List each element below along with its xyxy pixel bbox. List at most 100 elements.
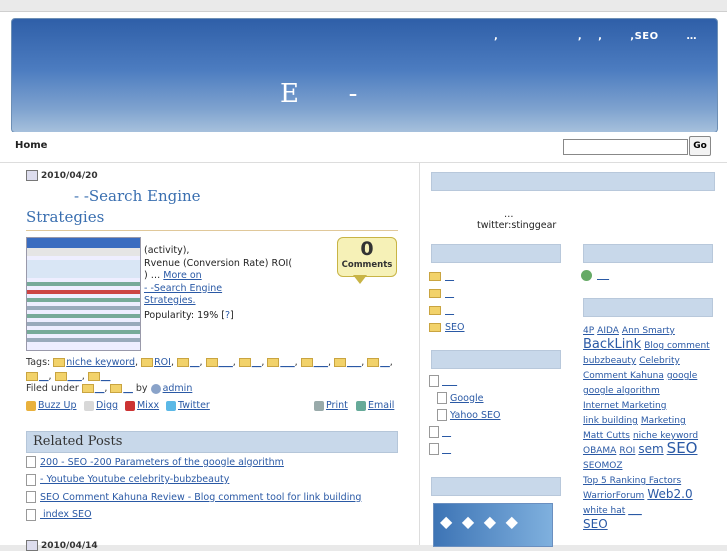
column-divider (419, 163, 420, 545)
blogroll-link[interactable] (442, 376, 457, 387)
tag-cloud-link[interactable]: ROI (619, 446, 635, 456)
category-link[interactable]: __ (95, 383, 105, 394)
recent-link[interactable] (597, 270, 609, 281)
tag-link[interactable]: __ (252, 357, 262, 368)
related-post-link[interactable]: index SEO (40, 509, 92, 520)
blogroll-link[interactable] (442, 427, 451, 438)
tag-cloud-link[interactable]: Top 5 Ranking Factors (583, 476, 681, 486)
tag-cloud-link[interactable]: google (667, 371, 697, 381)
tag-cloud-link[interactable]: BackLink (583, 337, 641, 352)
blogroll-link[interactable]: Google (450, 393, 484, 404)
list-item: Yahoo SEO (429, 409, 501, 426)
folder-icon (300, 358, 313, 367)
tag-link[interactable]: __ (101, 371, 111, 382)
related-post-link[interactable]: - Youtube Youtube celebrity-bubzbeauty (40, 474, 229, 485)
folder-icon (429, 323, 441, 332)
tag-cloud-link[interactable]: white hat (583, 506, 625, 516)
tag-cloud-link[interactable]: AIDA (597, 326, 619, 336)
tag-cloud: 4P AIDA Ann Smarty BackLink Blog comment bu… (583, 322, 713, 530)
tag-cloud-link[interactable]: Comment Kahuna (583, 371, 664, 381)
folder-icon (267, 358, 280, 367)
tag-link[interactable]: __ (190, 357, 200, 368)
tag-cloud-link[interactable]: Ann Smarty (622, 326, 675, 336)
blogroll-link[interactable]: Yahoo SEO (450, 410, 501, 421)
comments-bubble[interactable]: 0 Comments (337, 237, 397, 277)
tag-link[interactable]: __ (39, 371, 49, 382)
post-title-line1[interactable]: - -Search Engine (26, 186, 398, 207)
related-post-link[interactable]: 200 - SEO -200 Parameters of the google … (40, 457, 284, 468)
comments-count[interactable]: 0 (338, 238, 396, 260)
search-go-button[interactable]: Go (689, 136, 711, 156)
tag-cloud-link[interactable]: Internet Marketing (583, 401, 666, 411)
post-title[interactable]: - -Search Engine Strategies (26, 186, 398, 231)
list-item (429, 305, 465, 322)
tag-link[interactable]: ___ (68, 371, 82, 382)
tag-cloud-link[interactable]: SEOMOZ (583, 461, 623, 471)
document-icon (26, 491, 36, 503)
tag-link[interactable]: __ (380, 357, 390, 368)
tag-cloud-link[interactable]: Marketing (641, 416, 686, 426)
list-item: SEO Comment Kahuna Review - Blog comment… (26, 491, 398, 509)
email-link[interactable]: Email (368, 400, 394, 411)
document-icon (26, 456, 36, 468)
tag-cloud-link[interactable]: bubzbeauty (583, 356, 636, 366)
list-item: SEO (429, 322, 465, 339)
tag-cloud-link[interactable]: SEO (583, 517, 608, 531)
twitter-link[interactable]: Twitter (178, 400, 210, 411)
tag-cloud-link[interactable]: Blog comment (644, 341, 710, 351)
buzz-up-link[interactable]: Buzz Up (38, 400, 77, 411)
category-link[interactable] (445, 271, 454, 282)
tag-link[interactable]: ___ (280, 357, 294, 368)
comments-label[interactable]: Comments (338, 260, 396, 270)
post-title-line2[interactable]: Strategies (26, 208, 104, 226)
document-icon (26, 473, 36, 486)
tag-cloud-link[interactable]: SEO (667, 439, 698, 457)
sponsor-logo-glyphs: ◆ ◆ ◆ ◆ (440, 512, 520, 531)
site-title[interactable]: E - (280, 79, 357, 109)
post-link-2[interactable]: Strategies. (144, 295, 196, 306)
tag-cloud-link[interactable]: WarriorForum (583, 491, 644, 501)
tag-link[interactable]: ___ (219, 357, 233, 368)
folder-icon (429, 272, 441, 281)
related-post-link[interactable]: SEO Comment Kahuna Review - Blog comment… (40, 492, 361, 503)
print-link[interactable]: Print (326, 400, 348, 411)
post-thumbnail[interactable] (26, 237, 141, 351)
nav-bar: Home Go (0, 132, 727, 163)
tag-cloud-link[interactable]: Celebrity (639, 356, 680, 366)
nav-home-link[interactable]: Home (15, 140, 47, 151)
category-link[interactable]: __ (123, 383, 133, 394)
post-tags: Tags: niche keyword, ROI, __, ___, __, _… (26, 357, 393, 382)
yahoo-buzz-icon (26, 400, 36, 411)
search-input[interactable] (563, 139, 688, 155)
recent-widget-header (583, 244, 713, 263)
print-icon (314, 400, 324, 411)
blogroll-link[interactable] (442, 444, 451, 455)
folder-icon (26, 372, 38, 381)
tag-link[interactable]: niche keyword (66, 357, 135, 368)
sponsor-logo-image[interactable]: ◆ ◆ ◆ ◆ (433, 503, 553, 547)
more-on-link[interactable]: More on (163, 270, 201, 281)
mixx-link[interactable]: Mixx (137, 400, 159, 411)
tag-cloud-link[interactable]: ___ (628, 506, 642, 516)
tag-cloud-link[interactable]: 4P (583, 326, 594, 336)
excerpt-line: Rvenue (Conversion Rate) ROI( (144, 257, 293, 269)
tag-cloud-link[interactable]: google algorithm (583, 386, 660, 396)
tag-link[interactable]: ___ (347, 357, 361, 368)
folder-icon (54, 372, 67, 381)
post-link[interactable]: - -Search Engine (144, 283, 222, 294)
category-link[interactable] (445, 288, 454, 299)
category-link[interactable]: SEO (445, 322, 465, 333)
category-link[interactable] (445, 305, 454, 316)
page: , , , ,SEO … E - Home Go 2010/04/20 - -S… (0, 0, 727, 551)
categories-widget-header (431, 244, 561, 263)
digg-link[interactable]: Digg (96, 400, 118, 411)
folder-icon (238, 358, 251, 367)
author-link[interactable]: admin (163, 383, 193, 394)
tag-cloud-link[interactable]: sem (638, 442, 663, 456)
tag-link[interactable]: ___ (314, 357, 328, 368)
tag-cloud-link[interactable]: OBAMA (583, 446, 616, 456)
tag-cloud-link[interactable]: Web2.0 (647, 487, 692, 501)
tag-link[interactable]: ROI (154, 357, 171, 368)
tag-cloud-link[interactable]: link building (583, 416, 638, 426)
tag-cloud-link[interactable]: Matt Cutts (583, 431, 630, 441)
